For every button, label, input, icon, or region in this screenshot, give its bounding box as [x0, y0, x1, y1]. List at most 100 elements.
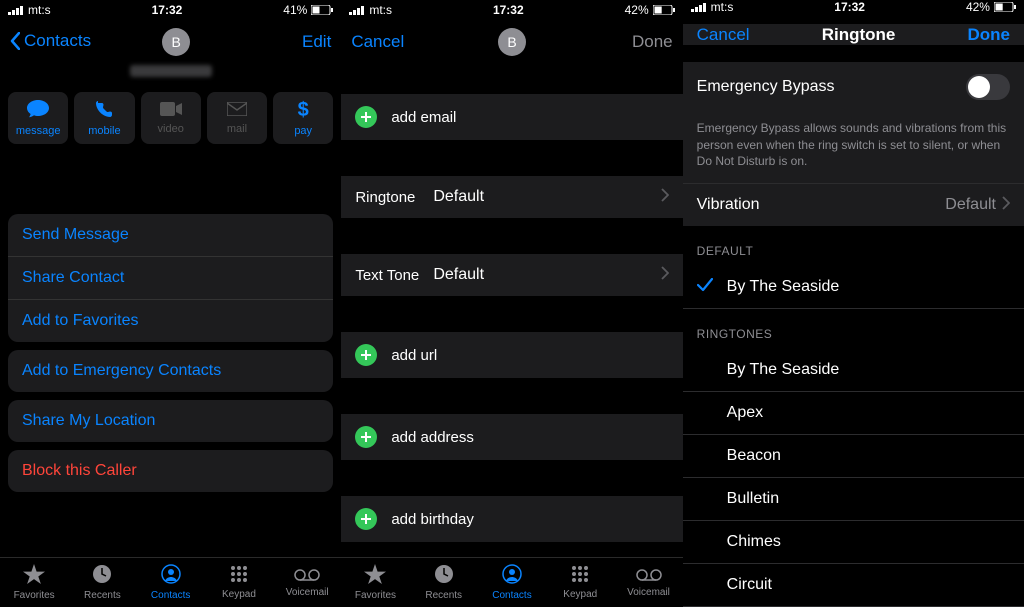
clock-icon [92, 564, 112, 588]
carrier-label: mt:s [28, 3, 51, 17]
add-emergency-row[interactable]: Add to Emergency Contacts [8, 350, 333, 392]
ringtone-row[interactable]: Circuit [683, 564, 1024, 607]
add-birthday-row[interactable]: add birthday [341, 496, 682, 542]
ringtone-label: Circuit [727, 576, 772, 594]
modal-nav-bar: Cancel Ringtone Done [683, 24, 1024, 45]
ringtone-row[interactable]: By The Seaside [683, 349, 1024, 392]
nav-bar: Cancel B Done [341, 20, 682, 64]
battery-icon [653, 5, 675, 15]
contact-edit-screen: mt:s 17:32 42% Cancel B Done add email R… [341, 0, 682, 607]
ringtone-label: Beacon [727, 447, 781, 465]
video-label: video [158, 123, 184, 135]
tab-recents[interactable]: Recents [410, 558, 478, 607]
video-icon [160, 102, 182, 120]
avatar[interactable]: B [498, 28, 526, 56]
emergency-bypass-row: Emergency Bypass [683, 61, 1024, 112]
clock: 17:32 [493, 3, 524, 17]
voicemail-icon [294, 568, 320, 585]
ringtone-row[interactable]: Apex [683, 392, 1024, 435]
ringtone-label: By The Seaside [727, 361, 840, 379]
pay-label: pay [294, 125, 312, 137]
add-email-row[interactable]: add email [341, 94, 682, 140]
contacts-icon [161, 564, 181, 588]
edit-button[interactable]: Edit [302, 32, 331, 51]
call-button[interactable]: mobile [74, 92, 134, 144]
tab-bar: Favorites Recents Contacts Keypad Voicem… [0, 557, 341, 607]
emergency-bypass-description: Emergency Bypass allows sounds and vibra… [683, 112, 1024, 183]
pay-button[interactable]: $ pay [273, 92, 333, 144]
phone-icon [95, 100, 113, 122]
nav-bar: Contacts B Edit [0, 20, 341, 64]
ringtone-row[interactable]: Bulletin [683, 478, 1024, 521]
tab-contacts[interactable]: Contacts [137, 558, 205, 607]
chevron-right-icon [661, 266, 669, 284]
cancel-button[interactable]: Cancel [697, 25, 750, 45]
message-button[interactable]: message [8, 92, 68, 144]
contact-view-screen: mt:s 17:32 41% Contacts B Edit message m… [0, 0, 341, 607]
tab-favorites[interactable]: Favorites [341, 558, 409, 607]
star-icon [364, 564, 386, 588]
share-location-row[interactable]: Share My Location [8, 400, 333, 442]
tab-keypad[interactable]: Keypad [546, 558, 614, 607]
call-label: mobile [88, 125, 120, 137]
texttone-row[interactable]: Text Tone Default [341, 254, 682, 296]
signal-icon [8, 5, 24, 15]
add-icon [355, 508, 377, 530]
avatar: B [162, 28, 190, 56]
ringtone-row[interactable]: Ringtone Default [341, 176, 682, 218]
signal-icon [691, 2, 707, 12]
mail-button[interactable]: mail [207, 92, 267, 144]
tab-recents[interactable]: Recents [68, 558, 136, 607]
done-button[interactable]: Done [967, 25, 1010, 45]
tab-bar: Favorites Recents Contacts Keypad Voicem… [341, 557, 682, 607]
status-bar: mt:s 17:32 42% [341, 0, 682, 20]
tab-voicemail[interactable]: Voicemail [273, 558, 341, 607]
add-icon [355, 426, 377, 448]
contact-name-blurred [0, 64, 341, 84]
battery-percent: 41% [283, 3, 307, 17]
dollar-icon: $ [298, 99, 309, 122]
back-button[interactable]: Contacts [10, 31, 91, 51]
message-label: message [16, 125, 61, 137]
default-ringtone-row[interactable]: By The Seaside [683, 266, 1024, 309]
quick-actions-row: message mobile video mail $ pay [0, 84, 341, 154]
add-favorites-row[interactable]: Add to Favorites [8, 299, 333, 342]
tab-favorites[interactable]: Favorites [0, 558, 68, 607]
cancel-button[interactable]: Cancel [351, 32, 404, 51]
keypad-icon [230, 565, 248, 587]
done-button-disabled[interactable]: Done [632, 32, 673, 51]
battery-percent: 42% [966, 0, 990, 14]
mail-icon [227, 102, 247, 120]
status-bar: mt:s 17:32 41% [0, 0, 341, 20]
tab-contacts[interactable]: Contacts [478, 558, 546, 607]
clock-icon [434, 564, 454, 588]
ringtone-label: Bulletin [727, 490, 779, 508]
vibration-row[interactable]: Vibration Default [683, 183, 1024, 226]
clock: 17:32 [834, 0, 865, 14]
ringtones-section-header: RINGTONES [683, 309, 1024, 349]
contacts-icon [502, 564, 522, 588]
ringtone-label: Chimes [727, 533, 781, 551]
tab-keypad[interactable]: Keypad [205, 558, 273, 607]
share-contact-row[interactable]: Share Contact [8, 256, 333, 299]
add-url-row[interactable]: add url [341, 332, 682, 378]
check-icon [697, 278, 727, 296]
tab-voicemail[interactable]: Voicemail [614, 558, 682, 607]
block-caller-row[interactable]: Block this Caller [8, 450, 333, 492]
add-icon [355, 106, 377, 128]
video-button[interactable]: video [141, 92, 201, 144]
add-address-row[interactable]: add address [341, 414, 682, 460]
star-icon [23, 564, 45, 588]
keypad-icon [571, 565, 589, 587]
emergency-bypass-switch[interactable] [966, 74, 1010, 100]
ringtone-row[interactable]: Beacon [683, 435, 1024, 478]
signal-icon [349, 5, 365, 15]
ringtone-row[interactable]: Chimes [683, 521, 1024, 564]
carrier-label: mt:s [711, 0, 734, 14]
carrier-label: mt:s [369, 3, 392, 17]
modal-title: Ringtone [822, 25, 896, 45]
send-message-row[interactable]: Send Message [8, 214, 333, 256]
chevron-right-icon [661, 188, 669, 206]
default-section-header: DEFAULT [683, 226, 1024, 266]
battery-icon [311, 5, 333, 15]
